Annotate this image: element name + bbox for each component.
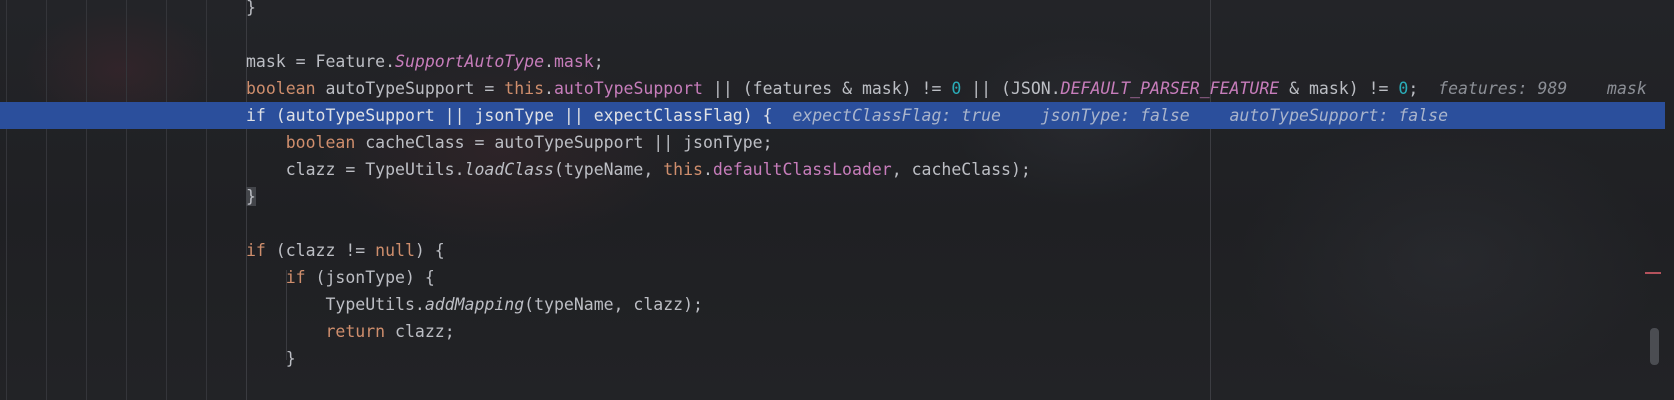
line-text: mask = Feature.SupportAutoType.mask; xyxy=(246,48,604,75)
code-line[interactable]: boolean autoTypeSupport = this.autoTypeS… xyxy=(0,75,1665,102)
code-line[interactable] xyxy=(0,210,1665,237)
code-token: boolean xyxy=(285,133,356,152)
error-stripe-marker[interactable] xyxy=(1645,272,1661,274)
line-text: if (jsonType) { xyxy=(246,264,435,291)
code-line[interactable] xyxy=(0,21,1665,48)
line-text: TypeUtils.addMapping(typeName, clazz); xyxy=(246,291,703,318)
code-token: (jsonType) { xyxy=(305,268,435,287)
code-token: { xyxy=(762,106,773,125)
code-token: DEFAULT_PARSER_FEATURE xyxy=(1060,79,1280,98)
code-token: , cacheClass); xyxy=(891,160,1031,179)
code-line[interactable]: } xyxy=(0,0,1665,21)
code-line[interactable]: if (jsonType) { xyxy=(0,264,1665,291)
code-token: 0 xyxy=(1398,79,1409,98)
code-line[interactable]: TypeUtils.addMapping(typeName, clazz); xyxy=(0,291,1665,318)
code-token: if xyxy=(285,268,306,287)
code-line[interactable]: if (clazz != null) { xyxy=(0,237,1665,264)
code-line[interactable]: mask = Feature.SupportAutoType.mask; xyxy=(0,48,1665,75)
code-token: . xyxy=(702,160,713,179)
code-token: autoTypeSupport xyxy=(553,79,703,98)
code-editor[interactable]: } mask = Feature.SupportAutoType.mask; boo… xyxy=(0,0,1674,400)
code-token: || (JSON. xyxy=(961,79,1061,98)
code-token: (autoTypeSupport || jsonType || expectCl… xyxy=(265,106,763,125)
code-token: ; xyxy=(593,52,604,71)
code-line[interactable]: } xyxy=(0,345,1665,372)
line-text: } xyxy=(246,0,256,21)
code-token: null xyxy=(375,241,415,260)
line-text: return clazz; xyxy=(246,318,455,345)
code-token: } xyxy=(246,349,296,368)
line-text: boolean cacheClass = autoTypeSupport || … xyxy=(246,129,773,156)
code-token: boolean xyxy=(246,79,316,98)
code-token: & mask) != xyxy=(1279,79,1399,98)
code-token: . xyxy=(544,52,554,71)
code-token: (typeName, xyxy=(553,160,664,179)
scrollbar-thumb[interactable] xyxy=(1650,328,1659,365)
code-token: TypeUtils. xyxy=(246,295,425,314)
code-line[interactable]: clazz = TypeUtils.loadClass(typeName, th… xyxy=(0,156,1665,183)
code-line[interactable] xyxy=(0,372,1665,399)
line-text: clazz = TypeUtils.loadClass(typeName, th… xyxy=(246,156,1031,183)
code-line[interactable]: boolean cacheClass = autoTypeSupport || … xyxy=(0,129,1665,156)
code-token: if xyxy=(246,241,266,260)
code-token: mask = Feature. xyxy=(246,52,396,71)
code-token: ; xyxy=(1408,79,1419,98)
code-token: . xyxy=(544,79,554,98)
code-token: autoTypeSupport = xyxy=(315,79,505,98)
line-text: } xyxy=(246,183,256,210)
code-token: defaultClassLoader xyxy=(712,160,892,179)
current-line[interactable]: if (autoTypeSupport || jsonType || expec… xyxy=(0,102,1665,129)
code-token: (typeName, clazz); xyxy=(524,295,703,314)
code-token: (clazz != xyxy=(265,241,376,260)
code-token: mask xyxy=(553,52,594,71)
code-token: addMapping xyxy=(424,295,525,314)
code-token: cacheClass = autoTypeSupport || jsonType… xyxy=(355,133,773,152)
code-token: clazz = TypeUtils. xyxy=(246,160,465,179)
code-token: 0 xyxy=(951,79,962,98)
code-line[interactable]: return clazz; xyxy=(0,318,1665,345)
code-token: SupportAutoType xyxy=(395,52,545,71)
code-token: ) { xyxy=(414,241,445,260)
line-text: if (autoTypeSupport || jsonType || expec… xyxy=(246,102,1448,129)
inline-debug-hint: expectClassFlag: true jsonType: false au… xyxy=(772,106,1449,125)
code-token: || (features & mask) != xyxy=(703,79,952,98)
code-token: if xyxy=(246,106,266,125)
line-text: boolean autoTypeSupport = this.autoTypeS… xyxy=(246,75,1647,102)
code-token: } xyxy=(246,187,256,206)
inline-debug-hint: features: 989 mask xyxy=(1418,79,1647,98)
code-token: loadClass xyxy=(464,160,554,179)
code-token: return xyxy=(325,322,386,341)
line-text: } xyxy=(246,345,296,372)
code-token: } xyxy=(246,0,256,17)
code-line[interactable]: } xyxy=(0,183,1665,210)
code-token: this xyxy=(504,79,545,98)
code-token: this xyxy=(663,160,703,179)
line-text: if (clazz != null) { xyxy=(246,237,445,264)
code-token: clazz; xyxy=(385,322,455,341)
